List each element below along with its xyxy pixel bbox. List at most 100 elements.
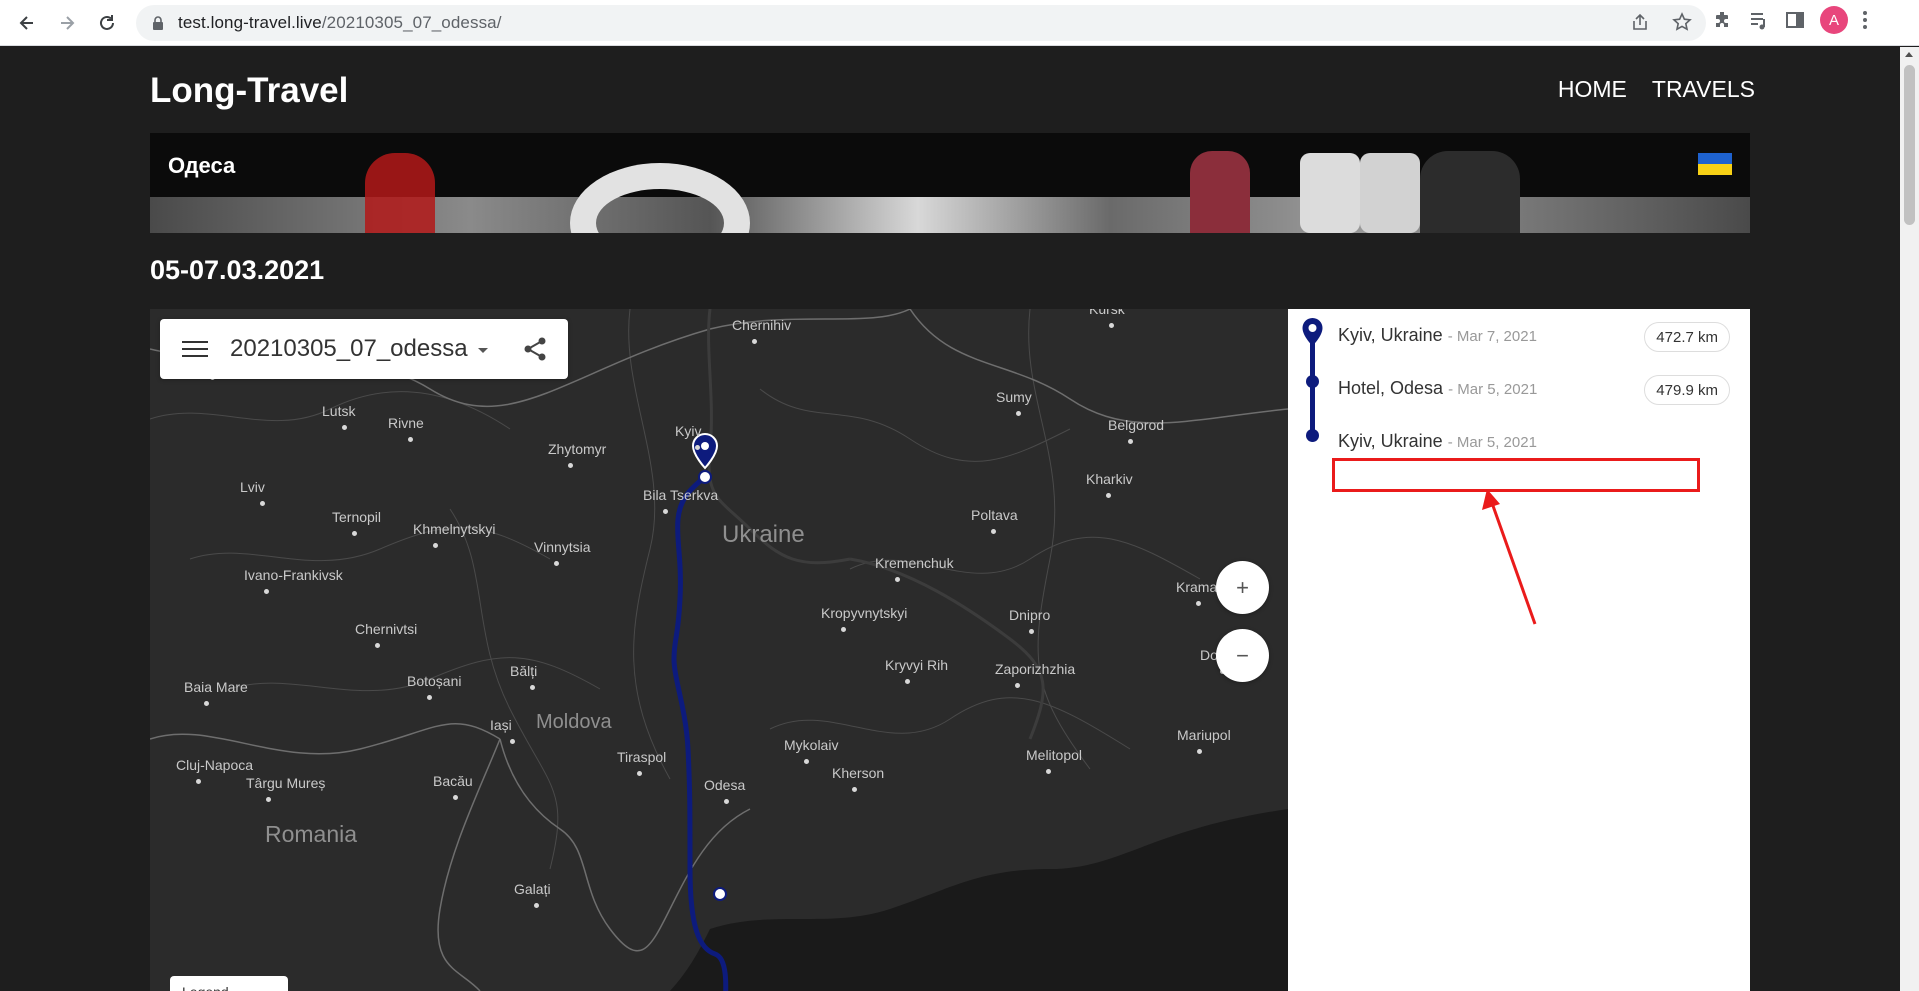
city-dot [352,531,357,536]
zoom-out-button[interactable]: − [1216,629,1269,682]
layer-selector[interactable]: 20210305_07_odessa [230,335,488,363]
forward-icon[interactable] [50,6,84,40]
timeline-dot [1306,429,1319,442]
city-label: Dnipro [1009,607,1051,623]
city-label: Lviv [240,479,265,495]
city-label: Bălți [510,663,538,679]
city-dot [408,437,413,442]
city-dot [663,509,668,514]
profile-avatar[interactable]: A [1820,6,1848,34]
address-bar[interactable]: test.long-travel.live/20210305_07_odessa… [136,5,1706,41]
side-panel-icon[interactable] [1784,9,1806,31]
reload-icon[interactable] [90,6,124,40]
city-label: Chernivtsi [355,621,418,637]
city-dot [695,445,700,450]
more-icon[interactable] [1862,11,1868,29]
city-label: Vinnytsia [534,539,591,555]
city-label: Rivne [388,415,424,431]
city-dot [264,589,269,594]
site-brand[interactable]: Long-Travel [150,71,348,111]
route-line [671,432,729,991]
city-dot [530,685,535,690]
city-label: Khmelnytskyi [413,521,496,537]
nav-travels[interactable]: TRAVELS [1652,76,1755,103]
city-dot [375,643,380,648]
trip-banner: Одеса [150,133,1750,233]
city-label: Cluj-Napoca [176,757,254,773]
city-label: Belgorod [1108,417,1165,433]
city-dot [510,739,515,744]
page: Long-Travel HOME TRAVELS Одеса 05-07.03.… [0,47,1900,991]
trip-date-range: 05-07.03.2021 [150,255,325,285]
city-dot [1029,629,1034,634]
country-label: Romania [265,821,358,847]
hamburger-menu-icon[interactable] [182,341,208,357]
banner-title: Одеса [168,153,236,178]
city-dot [1197,749,1202,754]
city-label: Chernihiv [732,317,792,333]
city-label: Kropyvnytskyi [821,605,908,621]
timeline-panel: Kyiv, Ukraine - Mar 7, 2021 472.7 km Hot… [1288,309,1750,991]
city-dot [752,339,757,344]
city-label: Sumy [996,389,1032,405]
city-label: Odesa [704,777,746,793]
city-label: Zaporizhzhia [995,661,1076,677]
timeline-item[interactable]: Kyiv, Ukraine - Mar 5, 2021 [1338,431,1537,452]
distance-badge: 479.9 km [1644,375,1730,405]
city-label: Galați [514,881,551,897]
site-nav: HOME TRAVELS [1558,76,1755,103]
city-label: Kryvyi Rih [885,657,949,673]
media-icon[interactable] [1748,9,1770,31]
city-dot [1106,493,1111,498]
page-scrollbar[interactable] [1900,47,1919,991]
city-label: Lutsk [322,403,356,419]
city-label: Mariupol [1177,727,1231,743]
legend-button[interactable]: Legend [170,976,288,991]
star-icon[interactable] [1672,12,1692,32]
city-dot [568,463,573,468]
annotation-highlight-box [1332,458,1700,492]
ukraine-flag-icon [1698,153,1732,175]
city-dot [991,529,996,534]
city-dot [804,759,809,764]
city-label: Krama [1176,579,1218,595]
city-label: Kharkiv [1086,471,1133,487]
city-dot [1046,769,1051,774]
city-label: Iași [490,717,512,733]
city-label: Tiraspol [617,749,667,765]
city-label: Melitopol [1026,747,1083,763]
city-label: Ternopil [332,509,382,525]
city-dot [342,425,347,430]
city-label: Kyiv [675,423,702,439]
caret-down-icon [477,348,488,353]
timeline-item[interactable]: Kyiv, Ukraine - Mar 7, 2021 [1338,325,1537,346]
extensions-icon[interactable] [1712,9,1734,31]
city-dot [905,679,910,684]
city-label: Bacău [433,773,473,789]
city-label: Baia Mare [184,679,248,695]
city-dot [1015,683,1020,688]
city-dot [724,799,729,804]
country-label: Moldova [536,711,612,733]
city-dot [433,543,438,548]
city-dot [427,695,432,700]
city-dot [204,701,209,706]
back-icon[interactable] [10,6,44,40]
share-icon[interactable] [522,337,548,361]
city-dot [1196,601,1201,606]
city-dot [196,779,201,784]
timeline-line [1310,335,1315,441]
distance-badge: 472.7 km [1644,322,1730,352]
timeline-item[interactable]: Hotel, Odesa - Mar 5, 2021 [1338,378,1537,399]
city-label: Botoșani [407,673,462,689]
route-map[interactable]: ChernihivKurskChełmLutskRivneSumyBelgoro… [150,309,1288,991]
zoom-in-button[interactable]: + [1216,561,1269,614]
lock-icon [153,16,163,30]
nav-home[interactable]: HOME [1558,76,1627,103]
city-label: Mykolaiv [784,737,839,753]
city-label: Bila Tserkva [643,487,719,503]
share-icon[interactable] [1630,12,1650,32]
city-dot [852,787,857,792]
city-dot [1016,411,1021,416]
url-text: test.long-travel.live/20210305_07_odessa… [178,13,502,32]
